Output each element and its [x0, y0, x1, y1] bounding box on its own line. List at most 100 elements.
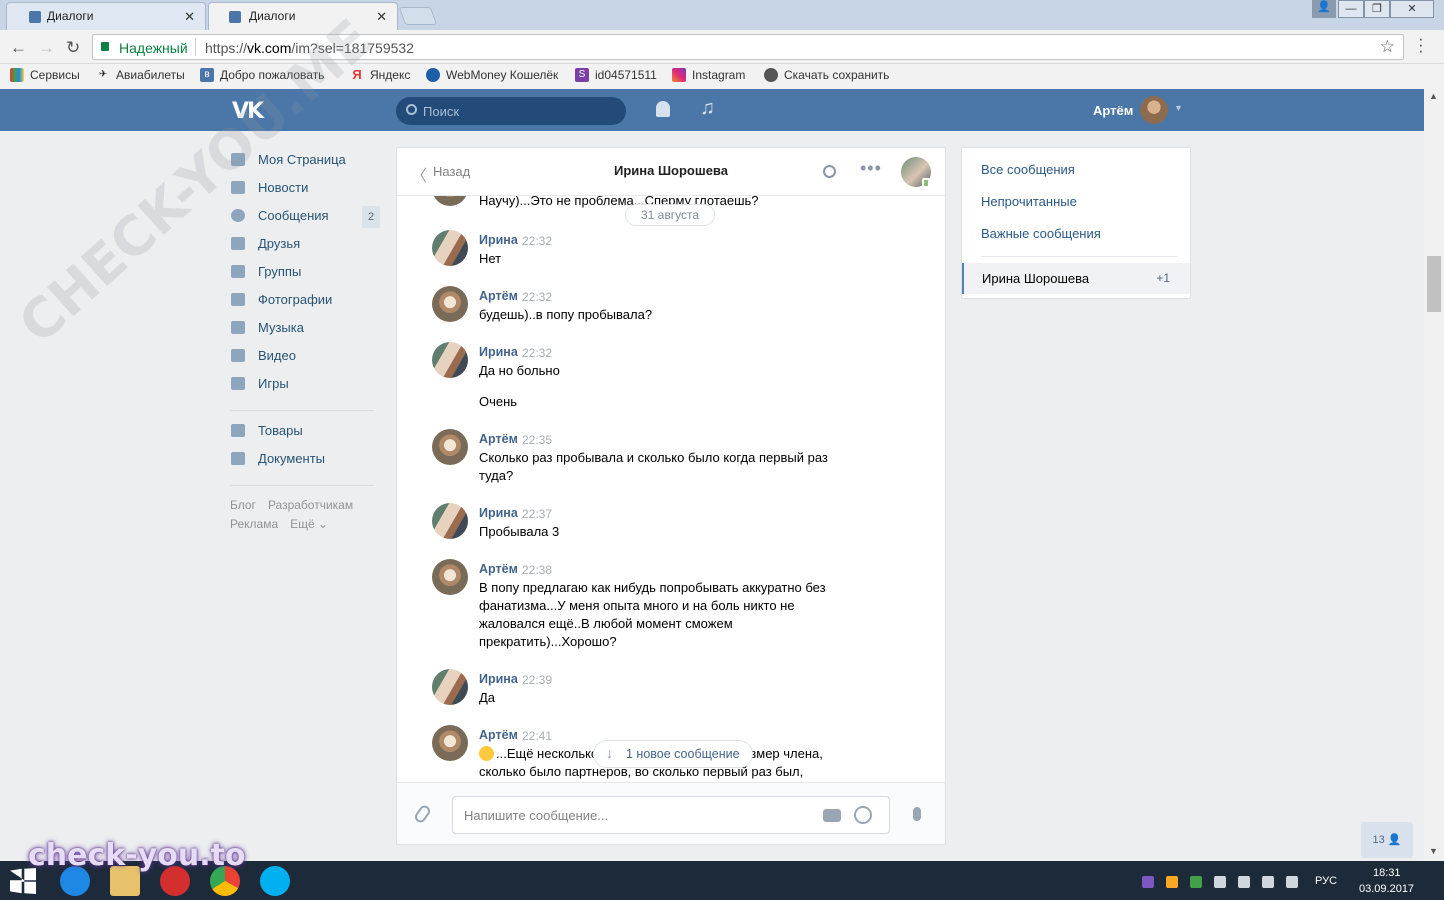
forward-icon[interactable]: →	[38, 38, 55, 58]
message-author[interactable]: Ирина	[479, 506, 518, 520]
message-time[interactable]: 22:37	[522, 507, 552, 521]
bookmark-yandex[interactable]: Я Яндекс	[350, 68, 410, 83]
bookmark-aviabilety[interactable]: ✈ Авиабилеты	[96, 68, 185, 82]
avatar[interactable]	[432, 503, 468, 539]
avatar[interactable]	[432, 286, 468, 322]
tray-app-icon[interactable]	[1238, 876, 1250, 888]
menu-item-groups[interactable]: Группы	[230, 262, 380, 290]
url-text[interactable]: https://vk.com/im?sel=181759532	[205, 40, 414, 56]
address-bar[interactable]: Надежный https://vk.com/im?sel=181759532…	[92, 34, 1404, 60]
clock-date[interactable]: 03.09.2017	[1359, 883, 1414, 895]
message-time[interactable]: 22:32	[522, 346, 552, 360]
footer-link-ads[interactable]: Реклама	[230, 517, 278, 531]
vk-logo-icon[interactable]: VK	[232, 99, 264, 124]
message-history[interactable]: 31 августа Научу)...Это не проблема...Сп…	[397, 196, 945, 782]
bookmark-download[interactable]: Скачать сохранить	[764, 68, 899, 82]
filter-important[interactable]: Важные сообщения	[981, 226, 1101, 241]
close-window-button[interactable]: ✕	[1390, 0, 1434, 18]
menu-item-goods[interactable]: Товары	[230, 421, 380, 449]
new-message-button[interactable]: ↓ 1 новое сообщение	[593, 740, 753, 768]
microphone-icon[interactable]	[913, 807, 921, 821]
avatar[interactable]	[432, 230, 468, 266]
tray-app-icon[interactable]	[1190, 876, 1202, 888]
bookmark-vk[interactable]: в Добро пожаловать	[200, 68, 324, 82]
header-username[interactable]: Артём	[1093, 103, 1133, 118]
profile-icon[interactable]: 👤	[1312, 0, 1336, 18]
notifications-bell-icon[interactable]	[656, 101, 670, 117]
header-avatar[interactable]	[1140, 96, 1168, 124]
menu-item-video[interactable]: Видео	[230, 346, 380, 374]
menu-item-documents[interactable]: Документы	[230, 449, 380, 477]
avatar[interactable]	[432, 429, 468, 465]
bookmark-instagram[interactable]: Instagram	[672, 68, 745, 82]
search-input[interactable]	[423, 97, 618, 125]
camera-icon[interactable]	[823, 809, 841, 822]
avatar[interactable]	[432, 559, 468, 595]
message-time[interactable]: 22:39	[522, 673, 552, 687]
reload-icon[interactable]: ↻	[66, 38, 80, 58]
avatar[interactable]	[432, 342, 468, 378]
browser-tab[interactable]: Диалоги ✕	[6, 2, 206, 30]
bookmark-apps[interactable]: Сервисы	[10, 68, 80, 82]
close-tab-icon[interactable]: ✕	[376, 9, 387, 25]
skype-icon[interactable]	[260, 866, 290, 896]
network-icon[interactable]	[1262, 876, 1274, 888]
message-author[interactable]: Артём	[479, 289, 518, 303]
scroll-down-icon[interactable]: ▼	[1429, 846, 1438, 856]
bookmark-id[interactable]: Sid04571511	[575, 68, 657, 82]
message-time[interactable]: 22:32	[522, 290, 552, 304]
clock-time[interactable]: 18:31	[1373, 867, 1401, 879]
more-icon[interactable]: •••	[860, 158, 882, 179]
scroll-thumb[interactable]	[1427, 256, 1441, 312]
viber-tray-icon[interactable]	[1142, 876, 1154, 888]
minimize-button[interactable]: —	[1338, 0, 1364, 18]
browser-tab-active[interactable]: Диалоги ✕	[208, 2, 398, 30]
page-scrollbar[interactable]: ▲ ▼	[1424, 89, 1444, 861]
friends-online-button[interactable]: 13 👤	[1361, 822, 1413, 858]
search-icon[interactable]	[823, 165, 836, 178]
menu-item-messages[interactable]: Сообщения 2	[230, 206, 380, 234]
smile-emoji-icon[interactable]	[854, 806, 872, 824]
menu-item-friends[interactable]: Друзья	[230, 234, 380, 262]
tray-app-icon[interactable]	[1166, 876, 1178, 888]
filter-all-messages[interactable]: Все сообщения	[981, 162, 1075, 177]
avatar[interactable]	[432, 725, 468, 761]
bookmark-star-icon[interactable]: ☆	[1380, 37, 1395, 57]
message-time[interactable]: 22:38	[522, 563, 552, 577]
new-tab-button[interactable]	[398, 7, 438, 25]
filter-unread[interactable]: Непрочитанные	[981, 194, 1077, 209]
avatar[interactable]	[432, 669, 468, 705]
restore-button[interactable]: ❐	[1364, 0, 1390, 18]
music-player-icon[interactable]: ♫	[700, 97, 715, 120]
attach-paperclip-icon[interactable]	[412, 803, 433, 825]
input-language[interactable]: РУС	[1315, 875, 1337, 887]
message-author[interactable]: Артём	[479, 432, 518, 446]
menu-item-my-page[interactable]: Моя Страница	[230, 150, 380, 178]
flag-icon[interactable]	[1214, 876, 1226, 888]
message-time[interactable]: 22:32	[522, 234, 552, 248]
chrome-menu-icon[interactable]: · · ·	[1418, 30, 1424, 59]
footer-link-blog[interactable]: Блог	[230, 498, 256, 512]
chevron-down-icon[interactable]: ▼	[1174, 103, 1183, 113]
close-tab-icon[interactable]: ✕	[184, 9, 195, 25]
vk-search[interactable]	[396, 97, 626, 125]
message-time[interactable]: 22:41	[522, 729, 552, 743]
back-icon[interactable]: ←	[10, 38, 27, 58]
message-author[interactable]: Ирина	[479, 233, 518, 247]
message-time[interactable]: 22:35	[522, 433, 552, 447]
message-input[interactable]	[464, 797, 804, 833]
avatar[interactable]	[432, 196, 468, 206]
menu-item-games[interactable]: Игры	[230, 374, 380, 402]
message-field[interactable]	[452, 796, 890, 834]
volume-icon[interactable]	[1286, 876, 1298, 888]
message-author[interactable]: Ирина	[479, 345, 518, 359]
bookmark-webmoney[interactable]: WebMoney Кошелёк	[426, 68, 561, 82]
message-author[interactable]: Артём	[479, 562, 518, 576]
selected-dialog[interactable]: Ирина Шорошева +1	[962, 263, 1190, 294]
message-author[interactable]: Ирина	[479, 672, 518, 686]
menu-item-news[interactable]: Новости	[230, 178, 380, 206]
footer-link-more[interactable]: Ещё ⌄	[290, 517, 328, 531]
message-author[interactable]: Артём	[479, 728, 518, 742]
menu-item-music[interactable]: Музыка	[230, 318, 380, 346]
scroll-up-icon[interactable]: ▲	[1429, 91, 1438, 101]
